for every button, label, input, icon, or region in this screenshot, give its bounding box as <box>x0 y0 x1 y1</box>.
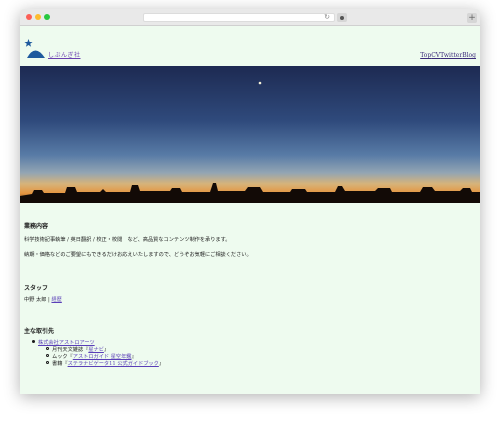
product-link-stellanavigator[interactable]: ステラナビゲータ11 公式ガイドブック <box>68 361 159 367</box>
nav-top-link[interactable]: Top <box>420 52 431 59</box>
logo-icon[interactable] <box>24 39 46 59</box>
client-product-item: ムック『アストロガイド 星空年鑑』 <box>24 354 476 361</box>
client-product-item: 書籍『ステラナビゲータ11 公式ガイドブック』 <box>24 361 476 368</box>
zoom-window-button[interactable] <box>44 14 50 20</box>
nav-blog-link[interactable]: Blog <box>462 52 476 59</box>
new-tab-button[interactable]: + <box>467 13 477 23</box>
address-bar[interactable]: ↻ <box>143 13 335 22</box>
staff-heading: スタッフ <box>24 285 49 292</box>
business-heading: 業務内容 <box>24 223 49 230</box>
clients-heading: 主な取引先 <box>24 328 55 335</box>
staff-line: 中野 太郎 | 経歴 <box>24 297 476 304</box>
business-description: 科学技術記事執筆 / 英日翻訳 / 校正・校閲 など、高品質なコンテンツ制作を承… <box>24 237 231 243</box>
site-header: しぶんぎ社 TopCVTwitterBlog <box>20 26 480 66</box>
planet-dot <box>258 81 262 85</box>
browser-window: ↻ + しぶんぎ社 TopCVTwitterBlog 業務内容 科学技術記事執筆… <box>20 9 480 394</box>
product-link-astroguide[interactable]: アストロガイド 星空年鑑 <box>73 354 132 360</box>
client-company-link[interactable]: 株式会社アストロアーツ <box>38 340 95 346</box>
staff-cv-link[interactable]: 経歴 <box>51 297 61 303</box>
close-window-button[interactable] <box>26 14 32 20</box>
main-content: 業務内容 科学技術記事執筆 / 英日翻訳 / 校正・校閲 など、高品質なコンテン… <box>24 223 476 368</box>
circle-bullet-icon <box>46 347 49 350</box>
extension-button[interactable] <box>337 13 347 22</box>
browser-titlebar: ↻ + <box>20 9 480 26</box>
bullet-icon <box>32 340 35 343</box>
nav-cv-link[interactable]: CV <box>431 52 440 59</box>
nav-twitter-link[interactable]: Twitter <box>440 52 462 59</box>
staff-name: 中野 太郎 <box>24 297 47 303</box>
product-link-hoshinavi[interactable]: 星ナビ <box>88 347 104 353</box>
client-product-item: 月刊天文雑誌『星ナビ』 <box>24 347 476 354</box>
circle-bullet-icon <box>46 354 49 357</box>
minimize-window-button[interactable] <box>35 14 41 20</box>
header-nav: TopCVTwitterBlog <box>420 52 476 59</box>
reload-icon[interactable]: ↻ <box>324 13 330 22</box>
client-company-item: 株式会社アストロアーツ <box>24 340 476 347</box>
circle-bullet-icon <box>46 361 49 364</box>
site-name-link[interactable]: しぶんぎ社 <box>48 50 81 59</box>
business-note: 納期・価格などのご要望にもできるだけお応えいたしますので、どうぞお気軽にご相談く… <box>24 252 252 258</box>
clients-list: 株式会社アストロアーツ 月刊天文雑誌『星ナビ』 ムック『アストロガイド 星空年鑑… <box>24 340 476 368</box>
hero-image <box>20 66 480 203</box>
